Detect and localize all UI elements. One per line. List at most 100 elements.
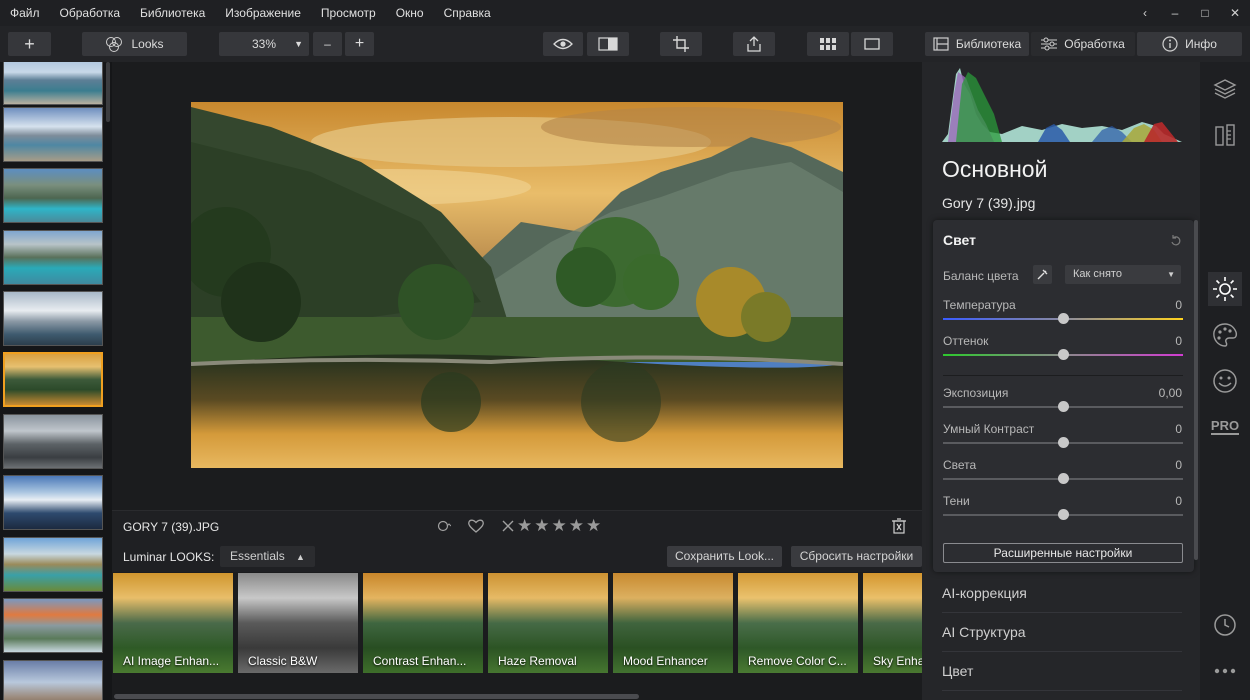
look-preset[interactable]: Haze Removal [488,573,608,673]
thumbnail[interactable] [3,230,103,285]
advanced-settings-button[interactable]: Расширенные настройки [943,543,1183,563]
creative-button[interactable] [1208,318,1242,352]
looks-button[interactable]: Looks [82,32,187,56]
edit-panel: Основной Gory 7 (39).jpg Свет Баланс цве… [922,62,1200,700]
star-3[interactable]: ★ [552,516,567,536]
menu-image[interactable]: Изображение [215,0,311,26]
section-color[interactable]: Цвет [942,652,1182,691]
look-preset[interactable]: Remove Color C... [738,573,858,673]
grid-view-button[interactable] [807,32,849,56]
star-2[interactable]: ★ [534,516,549,536]
tint-slider[interactable] [943,349,1183,360]
library-tab[interactable]: Библиотека [925,32,1029,56]
back-icon[interactable]: ‹ [1130,0,1160,26]
look-preset[interactable]: AI Image Enhan... [113,573,233,673]
filmstrip[interactable] [0,62,112,700]
essentials-button[interactable] [1208,272,1242,306]
share-button[interactable] [733,32,775,56]
look-preset[interactable]: Sky Enha [863,573,922,673]
edit-tab[interactable]: Обработка [1031,32,1135,56]
exposure-slider[interactable] [943,401,1183,412]
pro-button[interactable]: PRO [1208,410,1242,444]
menu-view[interactable]: Просмотр [311,0,386,26]
look-preset-name: Classic B&W [248,654,318,668]
shadows-slider[interactable] [943,509,1183,520]
sliders-icon [1041,37,1058,51]
thumbnail[interactable] [3,62,103,105]
menu-file[interactable]: Файл [0,0,50,26]
filmstrip-scrollbar[interactable] [106,62,110,122]
section-ai-correction[interactable]: AI-коррекция [942,574,1182,613]
star-1[interactable]: ★ [517,516,532,536]
history-button[interactable] [1208,608,1242,642]
single-view-button[interactable] [851,32,893,56]
add-button[interactable]: + [8,32,51,56]
canvas-tools-icon [1215,124,1235,146]
star-5[interactable]: ★ [586,516,601,536]
portrait-button[interactable] [1208,364,1242,398]
reset-settings-button[interactable]: Сбросить настройки [791,546,922,567]
zoom-in-button[interactable]: + [345,32,374,56]
label-circle-icon[interactable] [437,519,451,533]
white-balance-select[interactable]: Как снято ▼ [1065,265,1181,284]
main-photo[interactable] [191,102,843,468]
menu-help[interactable]: Справка [434,0,501,26]
close-button[interactable]: ✕ [1220,0,1250,26]
menu-bar: Файл Обработка Библиотека Изображение Пр… [0,0,1250,26]
compare-button[interactable] [587,32,629,56]
thumbnail-selected[interactable] [3,352,103,407]
thumbnail[interactable] [3,660,103,700]
preview-button[interactable] [543,32,583,56]
trash-icon[interactable] [892,518,906,534]
canvas-tools-button[interactable] [1208,118,1242,152]
save-look-button[interactable]: Сохранить Look... [667,546,782,567]
looks-scrollbar[interactable] [114,694,639,699]
menu-window[interactable]: Окно [386,0,434,26]
panel-scrollbar[interactable] [1194,220,1198,560]
heart-icon[interactable] [467,518,485,534]
look-preset[interactable]: Contrast Enhan... [363,573,483,673]
thumbnail[interactable] [3,414,103,469]
zoom-out-button[interactable]: – [313,32,342,56]
thumbnail[interactable] [3,107,103,162]
looks-title: Luminar LOOKS: [123,550,215,564]
temperature-slider[interactable] [943,313,1183,324]
reject-x-icon[interactable] [501,519,515,533]
minimize-button[interactable]: – [1160,0,1190,26]
menu-library[interactable]: Библиотека [130,0,215,26]
tint-slider-knob[interactable] [1057,349,1069,360]
eyedropper-button[interactable] [1033,265,1052,284]
crop-button[interactable] [660,32,702,56]
shadows-slider-knob[interactable] [1057,509,1069,520]
chevron-up-icon: ▲ [296,552,305,562]
temperature-label: Температура [943,298,1016,312]
temperature-value: 0 [1175,298,1182,312]
reset-undo-icon[interactable] [1170,234,1182,246]
highlights-slider-knob[interactable] [1057,473,1069,484]
exposure-slider-knob[interactable] [1057,401,1069,412]
maximize-button[interactable]: □ [1190,0,1220,26]
more-button[interactable] [1208,654,1242,688]
thumbnail[interactable] [3,537,103,592]
section-ai-structure[interactable]: AI Структура [942,613,1182,652]
smart-contrast-slider[interactable] [943,437,1183,448]
looks-label: Looks [131,37,164,51]
temperature-slider-knob[interactable] [1057,313,1069,324]
info-tab[interactable]: Инфо [1137,32,1242,56]
zoom-select[interactable]: 33% ▼ [219,32,309,56]
menu-edit[interactable]: Обработка [50,0,131,26]
star-4[interactable]: ★ [569,516,584,536]
eye-icon [553,38,573,50]
highlights-slider[interactable] [943,473,1183,484]
window-controls: ‹ – □ ✕ [1130,0,1250,26]
looks-category-select[interactable]: Essentials ▲ [220,546,315,567]
thumbnail[interactable] [3,291,103,346]
layers-button[interactable] [1208,72,1242,106]
look-preset[interactable]: Classic B&W [238,573,358,673]
thumbnail[interactable] [3,168,103,223]
smart-contrast-slider-knob[interactable] [1057,437,1069,448]
look-preset[interactable]: Mood Enhancer [613,573,733,673]
toolbar: + Looks 33% ▼ – + Библиотека Обработка И… [0,26,1250,62]
thumbnail[interactable] [3,475,103,530]
thumbnail[interactable] [3,598,103,653]
